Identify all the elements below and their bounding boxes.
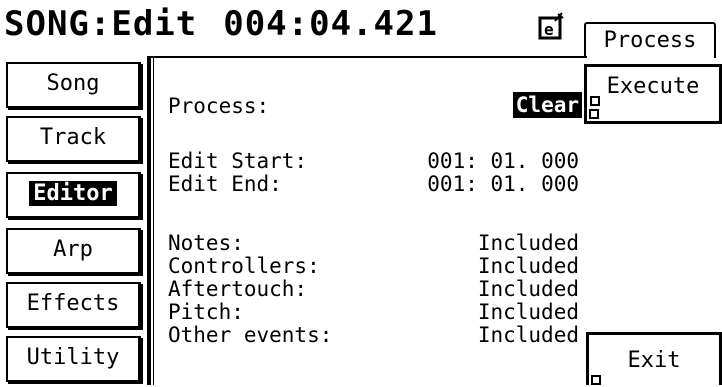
sidebar-item-label: Song	[46, 71, 100, 96]
page-title: SONG:Edit 004:04.421	[4, 2, 438, 46]
svg-text:e: e	[544, 20, 554, 39]
exit-button[interactable]: Exit	[586, 332, 722, 385]
edit-start-value[interactable]: 001: 01. 000	[427, 151, 579, 172]
controllers-label: Controllers:	[168, 254, 320, 278]
pitch-label: Pitch:	[168, 300, 244, 324]
corner-marker-icon	[589, 109, 599, 119]
panel-left-border	[147, 56, 151, 385]
tab-process[interactable]: Process	[584, 22, 716, 58]
song-position: 004:04.421	[223, 4, 438, 44]
aftertouch-label: Aftertouch:	[168, 277, 308, 301]
sidebar-item-label: Arp	[53, 237, 93, 262]
controllers-value[interactable]: Included	[478, 256, 579, 277]
sidebar-item-song[interactable]: Song	[6, 62, 141, 108]
other-events-label: Other events:	[168, 323, 333, 347]
execute-button[interactable]: Execute	[584, 64, 722, 124]
sidebar-item-track[interactable]: Track	[6, 116, 141, 162]
notes-value[interactable]: Included	[478, 233, 579, 254]
sidebar-item-label: Effects	[26, 291, 120, 316]
corner-marker-icon	[591, 375, 601, 385]
corner-marker-icon	[590, 96, 600, 106]
sidebar-item-utility[interactable]: Utility	[6, 336, 141, 382]
execute-label: Execute	[606, 74, 700, 99]
process-value-select[interactable]: Clear	[512, 92, 582, 118]
aftertouch-value[interactable]: Included	[478, 279, 579, 300]
edit-start-label: Edit Start:	[168, 149, 308, 173]
document-edit-icon[interactable]: e	[538, 12, 564, 40]
notes-label: Notes:	[168, 231, 244, 255]
sidebar-item-arp[interactable]: Arp	[6, 228, 141, 274]
sidebar-item-editor[interactable]: Editor	[6, 172, 141, 218]
process-label: Process:	[168, 94, 270, 118]
sidebar-item-label: Track	[39, 125, 107, 150]
sidebar-item-label: Editor	[29, 181, 117, 206]
edit-end-label: Edit End:	[168, 172, 282, 196]
other-events-value[interactable]: Included	[478, 325, 579, 346]
pitch-value[interactable]: Included	[478, 302, 579, 323]
edit-end-value[interactable]: 001: 01. 000	[427, 174, 579, 195]
exit-label: Exit	[627, 348, 681, 373]
panel-top-border	[147, 56, 587, 58]
mode-title: SONG:Edit	[4, 4, 198, 44]
panel-left-border-inner	[153, 56, 154, 385]
sidebar-item-effects[interactable]: Effects	[6, 282, 141, 328]
sidebar-item-label: Utility	[26, 345, 120, 370]
